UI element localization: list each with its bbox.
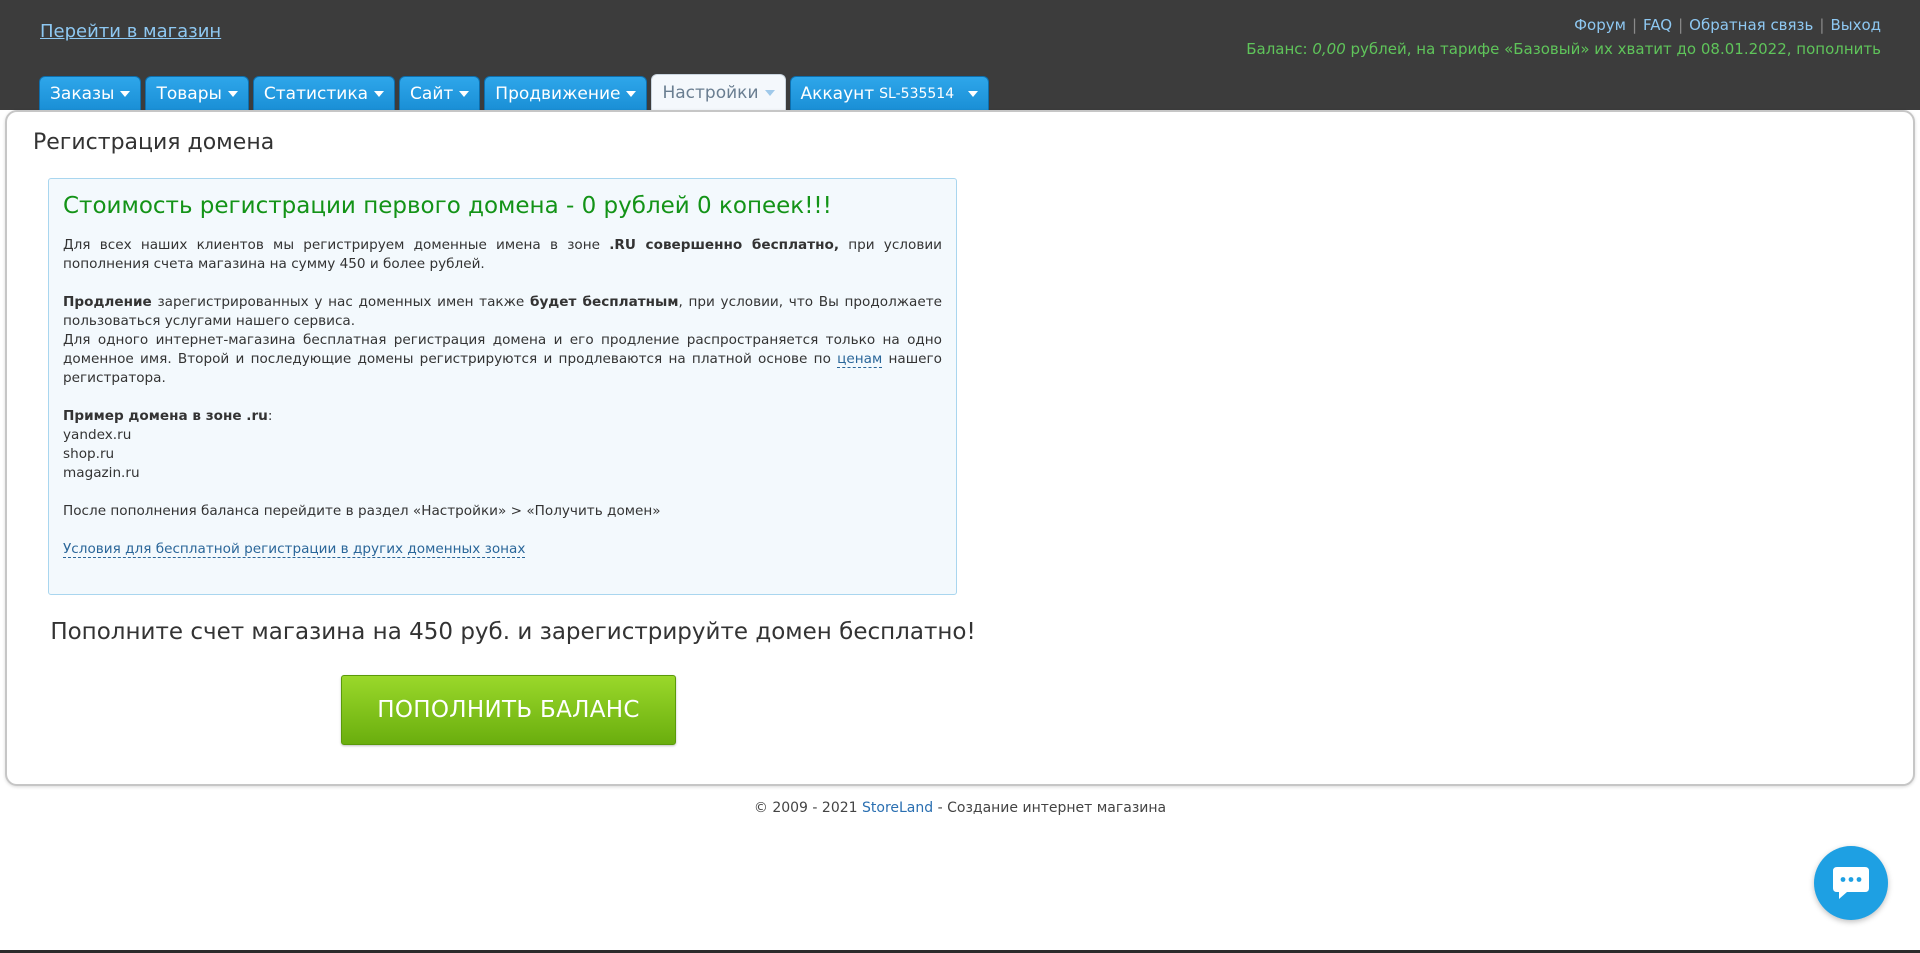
chevron-down-icon — [374, 90, 385, 97]
feedback-link[interactable]: Обратная связь — [1689, 16, 1813, 34]
logout-link[interactable]: Выход — [1830, 16, 1881, 34]
chat-bubble-icon — [1833, 867, 1869, 899]
tab-site[interactable]: Сайт — [399, 76, 481, 110]
domain-info-box: Стоимость регистрации первого домена - 0… — [48, 178, 957, 595]
footer: © 2009 - 2021 StoreLand - Создание интер… — [0, 800, 1920, 816]
paragraph-limits: Для одного интернет-магазина бесплатная … — [63, 331, 942, 388]
example-title: Пример домена в зоне .ru: — [63, 407, 942, 426]
promo-text: Пополните счет магазина на 450 руб. и за… — [50, 619, 976, 645]
tab-products[interactable]: Товары — [145, 76, 249, 110]
chevron-down-icon — [764, 89, 775, 96]
chevron-down-icon — [626, 90, 637, 97]
faq-link[interactable]: FAQ — [1643, 16, 1672, 34]
other-zones-conditions-link[interactable]: Условия для бесплатной регистрации в дру… — [63, 541, 526, 558]
top-links: Форум | FAQ | Обратная связь | Выход — [1574, 16, 1881, 34]
footer-tagline: - Создание интернет магазина — [933, 800, 1167, 816]
example-domain: yandex.ru — [63, 427, 132, 443]
balance-prefix: Баланс: — [1246, 40, 1313, 58]
conditions-paragraph: Условия для бесплатной регистрации в дру… — [63, 540, 942, 559]
top-header: Перейти в магазин Форум | FAQ | Обратная свя… — [0, 0, 1920, 110]
chat-widget-button[interactable] — [1814, 846, 1888, 920]
chevron-down-icon — [459, 90, 470, 97]
balance-value: 0,00 — [1312, 40, 1346, 58]
tab-label: Товары — [156, 83, 222, 104]
topup-link[interactable]: пополнить — [1796, 40, 1881, 58]
tab-settings[interactable]: Настройки — [651, 74, 786, 110]
separator: | — [1819, 16, 1825, 34]
text: : — [267, 408, 273, 424]
info-text: Для всех наших клиентов мы регистрируем … — [63, 236, 942, 559]
page-title: Регистрация домена — [33, 130, 275, 155]
text: Для одного интернет-магазина бесплатная … — [63, 332, 942, 367]
prices-link[interactable]: ценам — [837, 351, 883, 368]
separator: | — [1631, 16, 1638, 34]
balance-tariff-text: рублей, на тарифе «Базовый» их хватит до… — [1345, 40, 1797, 58]
tab-statistics[interactable]: Статистика — [252, 76, 396, 110]
main-nav-tabs: Заказы Товары Статистика Сайт Продвижени… — [39, 74, 990, 110]
tab-label: Сайт — [410, 83, 454, 104]
text-bold: будет бесплатным — [529, 294, 679, 310]
text-bold: Продление — [63, 294, 152, 310]
example-domain: magazin.ru — [63, 465, 140, 481]
tab-label: Аккаунт — [800, 83, 875, 104]
paragraph-free-registration: Для всех наших клиентов мы регистрируем … — [63, 236, 942, 274]
paragraph-renewal: Продление зарегистрированных у нас домен… — [63, 293, 942, 331]
tab-promotion[interactable]: Продвижение — [484, 76, 648, 110]
go-to-store-link[interactable]: Перейти в магазин — [40, 21, 221, 42]
tab-label: Заказы — [50, 83, 115, 104]
text-bold: .RU совершенно бесплатно, — [609, 237, 839, 253]
tab-orders[interactable]: Заказы — [39, 76, 142, 110]
storeland-link[interactable]: StoreLand — [862, 800, 933, 816]
topup-balance-button[interactable]: ПОПОЛНИТЬ БАЛАНС — [341, 675, 676, 745]
content-panel: Регистрация домена Стоимость регистрации… — [5, 110, 1915, 786]
tab-label: Продвижение — [495, 83, 621, 104]
separator: | — [1678, 16, 1684, 34]
account-id: SL-535514 — [879, 85, 955, 102]
chevron-down-icon — [120, 90, 131, 97]
tab-label: Статистика — [263, 83, 369, 104]
text: зарегистрированных у нас доменных имен т… — [151, 294, 530, 310]
chevron-down-icon — [227, 90, 238, 97]
tab-label: Настройки — [662, 82, 759, 103]
example-domain: shop.ru — [63, 446, 115, 462]
tab-account[interactable]: Аккаунт SL-535514 — [789, 76, 990, 110]
text-bold: Пример домена в зоне .ru — [63, 408, 268, 424]
chevron-down-icon — [968, 90, 979, 97]
info-heading: Стоимость регистрации первого домена - 0… — [63, 193, 832, 219]
copyright-text: © 2009 - 2021 — [753, 800, 862, 816]
text: Для всех наших клиентов мы регистрируем … — [63, 237, 610, 253]
balance-info: Баланс: 0,00 рублей, на тарифе «Базовый»… — [1246, 40, 1881, 58]
forum-link[interactable]: Форум — [1574, 16, 1626, 34]
after-topup-hint: После пополнения баланса перейдите в раз… — [63, 503, 661, 519]
